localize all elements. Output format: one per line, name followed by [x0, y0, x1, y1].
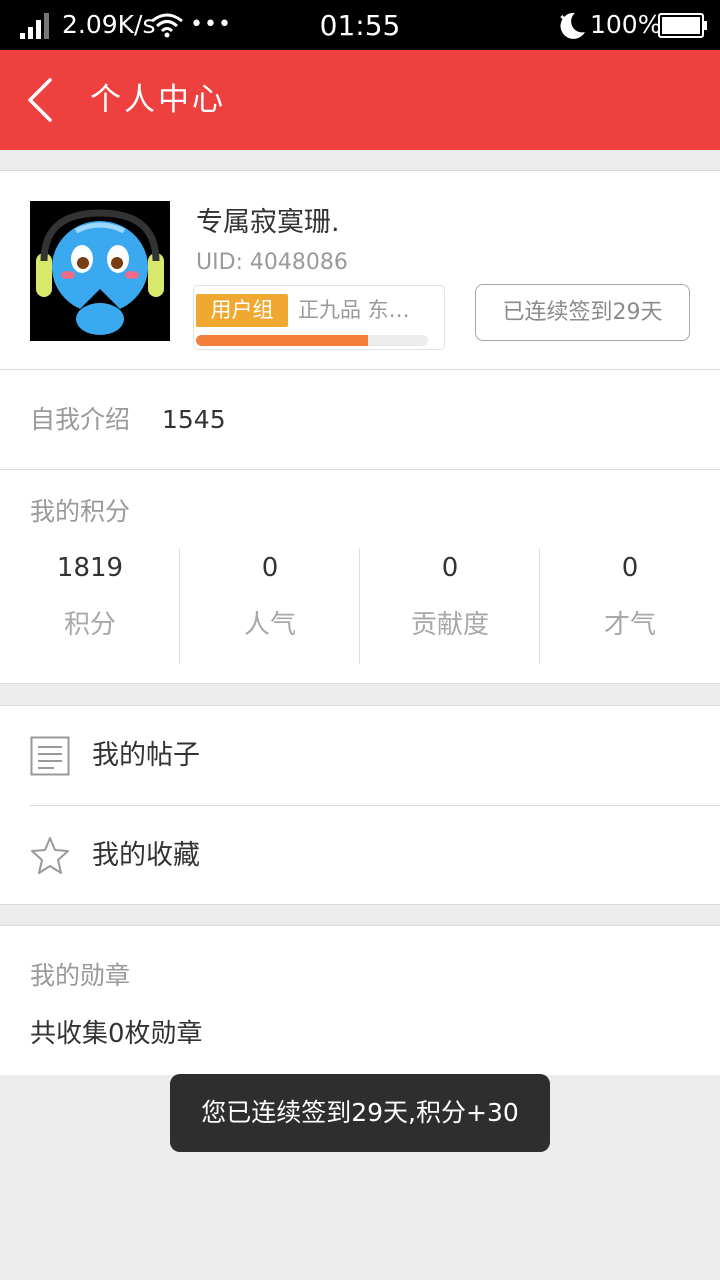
- points-title: 我的积分: [30, 497, 131, 526]
- page-title: 个人中心: [90, 82, 226, 118]
- stat-value: 0: [441, 553, 459, 583]
- menu-item-label: 我的收藏: [92, 840, 200, 871]
- level-progress-bar: [196, 335, 428, 346]
- svg-text:✦: ✦: [559, 13, 566, 22]
- stat-label: 人气: [243, 610, 296, 640]
- menu-item-my-posts[interactable]: 我的帖子: [0, 706, 720, 806]
- username: 专属寂寞珊.: [196, 207, 340, 238]
- stat-contribution: 0 贡献度: [360, 548, 540, 664]
- menu-item-label: 我的帖子: [92, 740, 200, 771]
- profile-card: 专属寂寞珊. UID: 4048086 用户组 正九品 东… 已连续签到29天: [0, 170, 720, 370]
- star-icon: [31, 837, 69, 874]
- stat-value: 1819: [56, 553, 124, 583]
- do-not-disturb-moon-icon: ✦: [559, 12, 585, 39]
- stat-talent: 0 才气: [540, 548, 720, 664]
- medals-count: 共收集0枚勋章: [30, 1019, 203, 1049]
- network-speed: 2.09K/s: [62, 10, 156, 39]
- clock: 01:55: [319, 9, 401, 42]
- wifi-icon: [151, 13, 183, 38]
- self-intro-label: 自我介绍: [30, 405, 131, 434]
- signin-toast: 您已连续签到29天,积分+30: [170, 1074, 550, 1152]
- avatar[interactable]: [30, 201, 170, 341]
- document-icon: [30, 736, 70, 776]
- menu-list: 我的帖子 我的收藏: [0, 705, 720, 905]
- self-intro-value: 1545: [162, 405, 226, 434]
- stat-value: 0: [621, 553, 639, 583]
- user-group-name: 正九品 东…: [298, 298, 410, 322]
- menu-item-my-favorites[interactable]: 我的收藏: [0, 806, 720, 906]
- battery-icon: [658, 13, 707, 38]
- medals-section: 我的勋章 共收集0枚勋章: [0, 925, 720, 1075]
- stat-value: 0: [261, 553, 279, 583]
- self-intro-row[interactable]: 自我介绍 1545: [0, 370, 720, 470]
- signin-streak-button[interactable]: 已连续签到29天: [475, 284, 690, 341]
- stat-label: 贡献度: [410, 610, 489, 640]
- stat-label: 积分: [63, 610, 116, 640]
- stat-label: 才气: [603, 610, 656, 640]
- level-progress-fill: [196, 335, 368, 346]
- medals-title: 我的勋章: [30, 961, 131, 990]
- user-id: UID: 4048086: [196, 250, 348, 275]
- battery-percent: 100%: [590, 10, 662, 39]
- status-bar: 2.09K/s ••• 01:55 ✦ 100%: [0, 0, 720, 50]
- user-group: 用户组 正九品 东…: [193, 285, 445, 350]
- stat-popularity: 0 人气: [180, 548, 360, 664]
- points-section: 我的积分 1819 积分 0 人气 0 贡献度 0 才气: [0, 470, 720, 684]
- signal-icon: [20, 13, 49, 39]
- user-group-tag: 用户组: [196, 294, 288, 327]
- avatar-image: [30, 201, 170, 341]
- more-notifications-icon: •••: [190, 12, 232, 37]
- stat-points: 1819 积分: [0, 548, 180, 664]
- app-header: 个人中心: [0, 50, 720, 150]
- back-button[interactable]: [22, 78, 58, 122]
